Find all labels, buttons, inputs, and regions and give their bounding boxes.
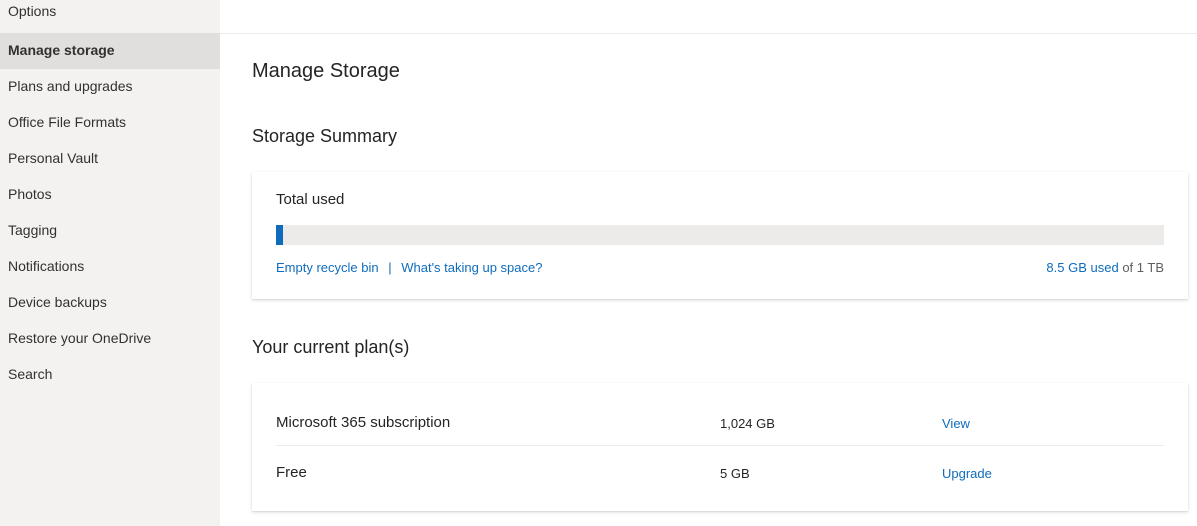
storage-summary-card: Total used Empty recycle bin | What's ta… bbox=[252, 172, 1188, 299]
plan-row: Microsoft 365 subscription 1,024 GB View bbox=[276, 397, 1164, 446]
sidebar-item-notifications[interactable]: Notifications bbox=[0, 249, 220, 285]
storage-usage-text: 8.5 GB used of 1 TB bbox=[1046, 260, 1164, 275]
sidebar-item-photos[interactable]: Photos bbox=[0, 177, 220, 213]
view-plan-link[interactable]: View bbox=[942, 416, 970, 431]
storage-usage-bar bbox=[276, 225, 1164, 245]
total-used-label: Total used bbox=[276, 191, 345, 208]
page-title: Manage Storage bbox=[252, 60, 400, 82]
total-capacity-text: of 1 TB bbox=[1118, 260, 1164, 275]
sidebar-item-tagging[interactable]: Tagging bbox=[0, 213, 220, 249]
sidebar-item-manage-storage[interactable]: Manage storage bbox=[0, 33, 220, 69]
storage-usage-fill bbox=[276, 225, 283, 245]
current-plans-heading: Your current plan(s) bbox=[252, 337, 410, 357]
sidebar-item-device-backups[interactable]: Device backups bbox=[0, 285, 220, 321]
sidebar-item-restore-onedrive[interactable]: Restore your OneDrive bbox=[0, 321, 220, 357]
sidebar-item-search[interactable]: Search bbox=[0, 357, 220, 393]
plan-name: Microsoft 365 subscription bbox=[276, 414, 451, 431]
header-divider bbox=[220, 33, 1197, 34]
sidebar-item-office-file-formats[interactable]: Office File Formats bbox=[0, 105, 220, 141]
sidebar-title: Options bbox=[8, 3, 57, 19]
upgrade-plan-link[interactable]: Upgrade bbox=[942, 466, 992, 481]
sidebar-item-personal-vault[interactable]: Personal Vault bbox=[0, 141, 220, 177]
empty-recycle-bin-link[interactable]: Empty recycle bin bbox=[276, 260, 379, 275]
used-amount-link[interactable]: 8.5 GB used bbox=[1046, 260, 1118, 275]
plan-size: 5 GB bbox=[720, 466, 750, 481]
storage-links: Empty recycle bin | What's taking up spa… bbox=[276, 260, 542, 275]
plan-size: 1,024 GB bbox=[720, 416, 775, 431]
plans-card: Microsoft 365 subscription 1,024 GB View… bbox=[252, 383, 1188, 511]
link-separator: | bbox=[388, 260, 392, 275]
sidebar-item-plans-and-upgrades[interactable]: Plans and upgrades bbox=[0, 69, 220, 105]
plan-name: Free bbox=[276, 464, 307, 481]
sidebar: Options Manage storage Plans and upgrade… bbox=[0, 0, 220, 526]
plan-row: Free 5 GB Upgrade bbox=[276, 447, 1164, 496]
storage-summary-heading: Storage Summary bbox=[252, 126, 398, 146]
sidebar-list: Manage storage Plans and upgrades Office… bbox=[0, 33, 220, 393]
whats-taking-up-space-link[interactable]: What's taking up space? bbox=[401, 260, 542, 275]
